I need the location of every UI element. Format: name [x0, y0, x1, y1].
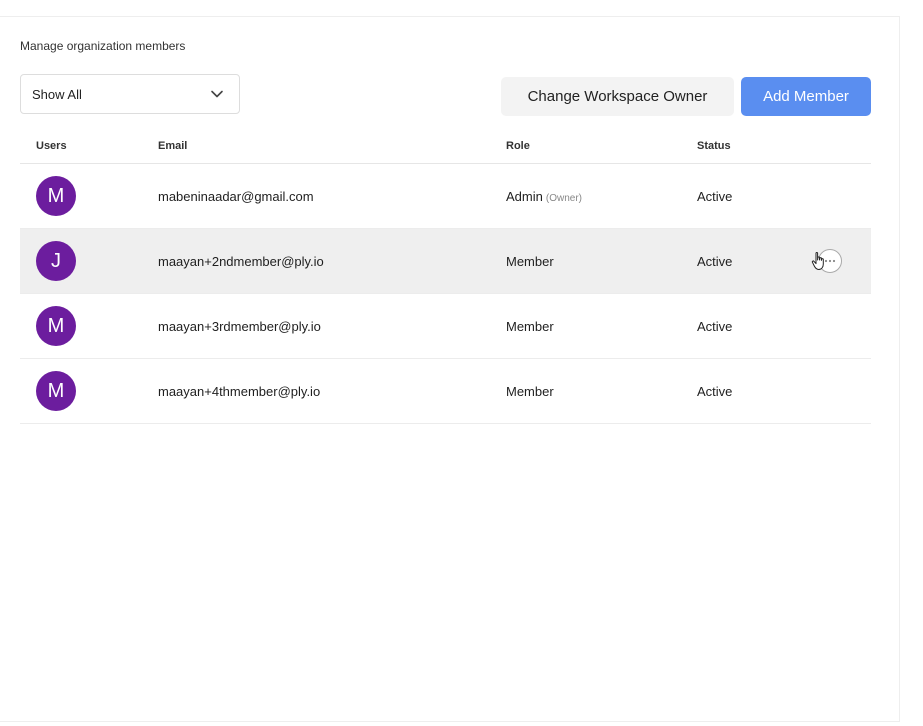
avatar: M — [36, 306, 76, 346]
owner-tag: (Owner) — [545, 193, 582, 204]
member-email: mabeninaadar@gmail.com — [158, 189, 314, 204]
member-status: Active — [697, 384, 733, 399]
table-row[interactable]: J maayan+2ndmember@ply.io Member Active — [20, 229, 871, 294]
member-email: maayan+2ndmember@ply.io — [158, 254, 324, 269]
table-row[interactable]: M maayan+4thmember@ply.io Member Active — [20, 359, 871, 424]
avatar: M — [36, 176, 76, 216]
table-header: Users Email Role Status — [20, 131, 871, 164]
column-header-role: Role — [506, 140, 530, 152]
member-role: Member — [506, 384, 554, 399]
add-member-button[interactable]: Add Member — [741, 77, 871, 116]
member-role: Admin (Owner) — [506, 189, 582, 204]
table-row[interactable]: M mabeninaadar@gmail.com Admin (Owner) Ac… — [20, 164, 871, 229]
column-header-email: Email — [158, 140, 188, 152]
member-email: maayan+3rdmember@ply.io — [158, 319, 321, 334]
table-row[interactable]: M maayan+3rdmember@ply.io Member Active — [20, 294, 871, 359]
column-header-users: Users — [36, 140, 67, 152]
change-workspace-owner-button[interactable]: Change Workspace Owner — [501, 77, 734, 116]
member-email: maayan+4thmember@ply.io — [158, 384, 321, 399]
role-label: Admin — [506, 189, 543, 204]
more-horizontal-icon — [824, 259, 836, 263]
member-filter-select[interactable]: Show All — [20, 74, 240, 114]
column-header-status: Status — [697, 140, 731, 152]
members-panel: Manage organization members Show All Cha… — [0, 16, 900, 722]
member-status: Active — [697, 254, 733, 269]
member-status: Active — [697, 189, 733, 204]
member-role: Member — [506, 254, 554, 269]
member-status: Active — [697, 319, 733, 334]
chevron-down-icon — [211, 90, 223, 98]
members-table: Users Email Role Status M mabeninaadar@g… — [20, 131, 871, 424]
member-role: Member — [506, 319, 554, 334]
filter-selected-value: Show All — [32, 86, 82, 102]
row-actions-button[interactable] — [818, 249, 842, 273]
page-subtitle: Manage organization members — [20, 39, 186, 53]
avatar: J — [36, 241, 76, 281]
avatar: M — [36, 371, 76, 411]
